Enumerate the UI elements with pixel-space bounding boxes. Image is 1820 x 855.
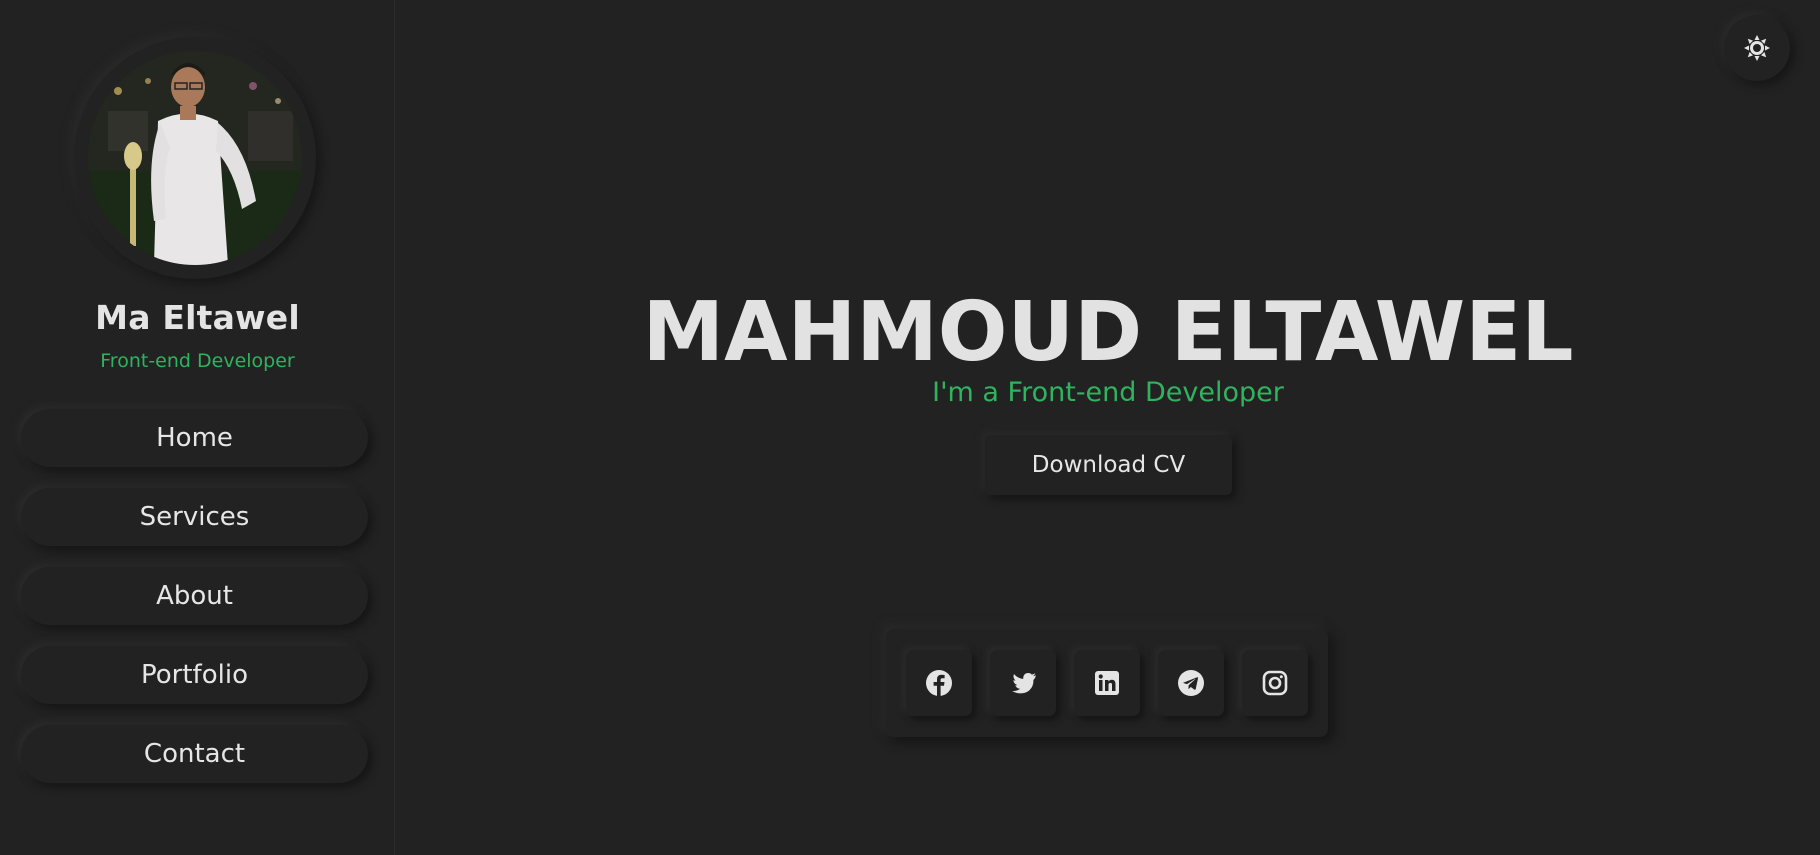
twitter-icon [1012,673,1036,694]
nav-item-home[interactable]: Home [21,409,368,467]
theme-toggle-button[interactable] [1724,15,1790,81]
main-content: MAHMOUD ELTAWEL I'm a Front-end Develope… [396,0,1820,855]
telegram-icon [1178,670,1204,696]
avatar [88,51,302,265]
social-links-panel [886,629,1328,737]
avatar-photo [88,51,302,265]
profile-role: Front-end Developer [100,350,295,372]
instagram-icon [1262,670,1288,696]
sidebar: Ma Eltawel Front-end Developer Home Serv… [0,0,395,855]
sidebar-nav: Home Services About Portfolio Contact [21,409,368,804]
linkedin-icon [1095,671,1119,695]
nav-item-about[interactable]: About [21,567,368,625]
twitter-link[interactable] [990,650,1056,716]
telegram-link[interactable] [1158,650,1224,716]
profile-name: Ma Eltawel [95,298,300,337]
nav-item-contact[interactable]: Contact [21,725,368,783]
hero-title: MAHMOUD ELTAWEL [642,285,1574,380]
sun-icon [1744,35,1770,61]
download-cv-button[interactable]: Download CV [985,435,1232,495]
linkedin-link[interactable] [1074,650,1140,716]
facebook-icon [926,670,952,696]
nav-item-services[interactable]: Services [21,488,368,546]
hero-subtitle: I'm a Front-end Developer [932,377,1284,408]
nav-item-portfolio[interactable]: Portfolio [21,646,368,704]
page: Ma Eltawel Front-end Developer Home Serv… [0,0,1820,855]
facebook-link[interactable] [906,650,972,716]
avatar-frame [74,37,316,279]
instagram-link[interactable] [1242,650,1308,716]
